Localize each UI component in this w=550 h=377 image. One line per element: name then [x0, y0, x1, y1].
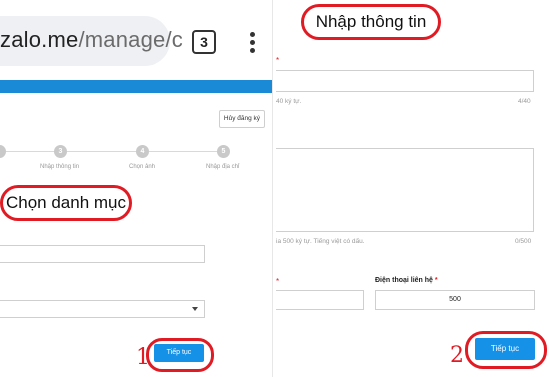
step-4-circle: 4: [136, 145, 149, 158]
url-domain: zalo.me: [0, 27, 79, 52]
name-input[interactable]: [276, 70, 534, 92]
description-textarea[interactable]: [276, 148, 534, 232]
left-field[interactable]: [276, 290, 364, 310]
continue-button[interactable]: Tiếp tục: [475, 338, 535, 360]
chevron-down-icon: [192, 307, 198, 311]
left-screenshot-panel: zalo.me/manage/c 3 Hủy đăng ký 3 Nhập th…: [0, 0, 272, 377]
step-5-label: Nhập địa chỉ: [206, 164, 240, 170]
phone-input[interactable]: 500: [375, 290, 535, 310]
description-counter: 0/500: [515, 238, 532, 245]
url-path: /manage/c: [78, 27, 183, 52]
name-hint: 40 ký tự.: [276, 98, 302, 105]
step-marker-2: 2: [450, 343, 464, 368]
more-options-icon[interactable]: [250, 32, 256, 53]
phone-label-text: Điện thoại liên hệ: [375, 277, 433, 284]
required-mark: *: [276, 56, 280, 65]
stepper-line: [0, 151, 228, 152]
category-select[interactable]: [0, 300, 205, 318]
phone-label: Điện thoại liên hệ *: [375, 277, 438, 284]
step-circle: [0, 145, 6, 158]
cancel-registration-button[interactable]: Hủy đăng ký: [219, 110, 265, 128]
required-mark: *: [434, 277, 438, 284]
url-text[interactable]: zalo.me/manage/c: [0, 27, 183, 53]
description-hint: ia 500 ký tự. Tiếng việt có dấu.: [276, 238, 365, 245]
step-4-label: Chọn ảnh: [129, 164, 156, 170]
step-3-label: Nhập thông tin: [40, 164, 80, 170]
text-field[interactable]: [0, 245, 205, 263]
required-mark: *: [276, 277, 280, 286]
step-3-circle: 3: [54, 145, 67, 158]
step-5-circle: 5: [217, 145, 230, 158]
continue-button[interactable]: Tiếp tục: [154, 344, 204, 362]
tab-switcher-button[interactable]: 3: [192, 30, 216, 54]
enter-info-callout: Nhập thông tin: [301, 4, 441, 40]
header-bar: [0, 80, 272, 93]
name-counter: 4/40: [518, 98, 531, 105]
choose-category-callout: Chọn danh mục: [0, 185, 132, 221]
step-marker-1: 1: [136, 345, 150, 370]
